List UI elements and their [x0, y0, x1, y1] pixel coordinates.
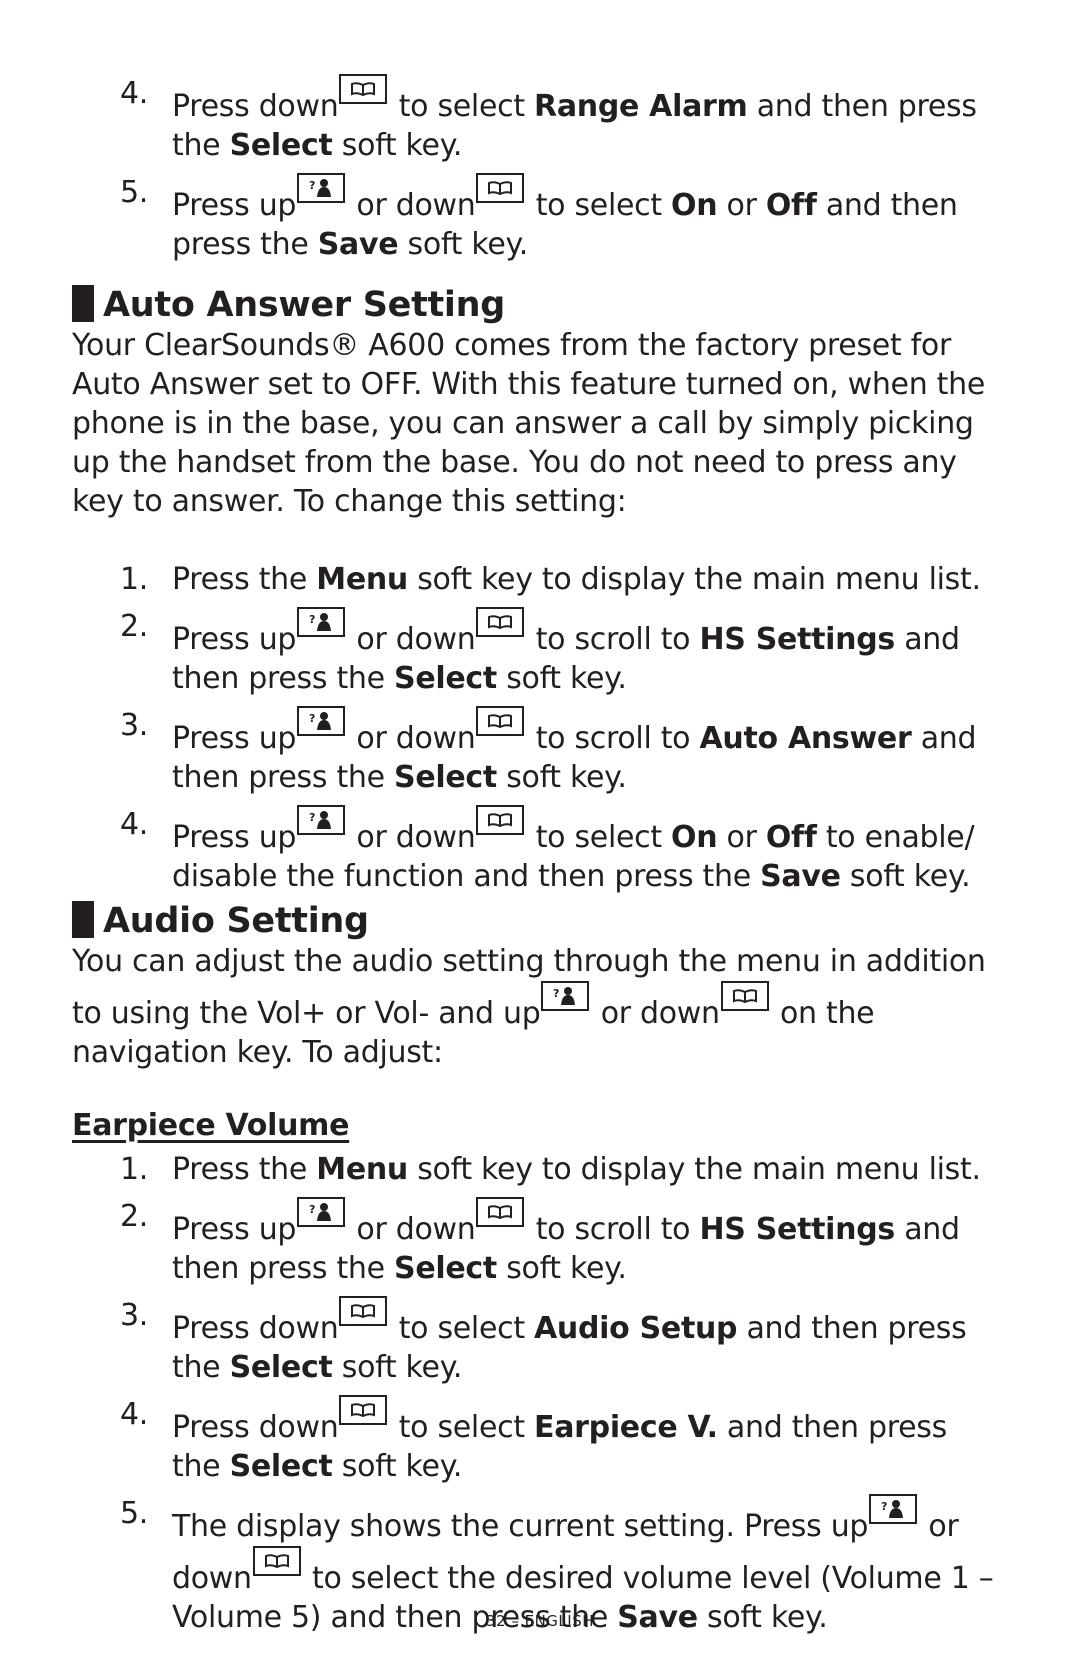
svg-text:?: ? — [309, 613, 315, 626]
svg-text:?: ? — [309, 179, 315, 192]
list-item: 2. Press up? or down to scroll to HS Set… — [120, 607, 960, 696]
list-item: 4. Press up? or down to select On or Off… — [120, 805, 975, 894]
svg-text:?: ? — [309, 811, 315, 824]
earpiece-volume-steps: 1. Press the Menu soft key to display th… — [120, 1150, 1000, 1645]
list-item: 3. Press up? or down to scroll to Auto A… — [120, 706, 977, 795]
subheading-earpiece-volume: Earpiece Volume — [72, 1108, 350, 1143]
page-footer: 32 – ENGLISH — [485, 1612, 595, 1630]
heading-bullet-icon — [72, 285, 94, 322]
down-key-icon — [476, 805, 525, 835]
down-key-icon — [476, 173, 525, 203]
down-key-icon — [252, 1546, 301, 1576]
svg-text:?: ? — [553, 987, 559, 1000]
up-key-icon: ? — [297, 1197, 346, 1227]
up-key-icon: ? — [297, 805, 346, 835]
up-key-icon: ? — [297, 706, 346, 736]
down-key-icon — [476, 706, 525, 736]
up-key-icon: ? — [297, 173, 346, 203]
section-heading-audio: Audio Setting — [72, 900, 369, 942]
list-item: 5. Press up? or down to select On or Off… — [120, 173, 958, 262]
auto-answer-steps: 1. Press the Menu soft key to display th… — [120, 560, 1000, 904]
list-item: 1. Press the Menu soft key to display th… — [120, 1152, 981, 1187]
down-key-icon — [339, 1395, 388, 1425]
up-key-icon: ? — [541, 981, 590, 1011]
list-item: 4. Press down to select Earpiece V. and … — [120, 1395, 947, 1484]
down-key-icon — [339, 74, 388, 104]
list-item: 4. Press down to select Range Alarm and … — [120, 74, 977, 163]
audio-intro: You can adjust the audio setting through… — [72, 944, 986, 1070]
up-key-icon: ? — [869, 1494, 918, 1524]
svg-text:?: ? — [881, 1500, 887, 1513]
auto-answer-intro: Your ClearSounds® A600 comes from the fa… — [72, 328, 985, 519]
list-item: 2. Press up? or down to scroll to HS Set… — [120, 1197, 960, 1286]
svg-text:?: ? — [309, 1203, 315, 1216]
up-key-icon: ? — [297, 607, 346, 637]
section-heading-auto-answer: Auto Answer Setting — [72, 284, 505, 326]
list-item: 3. Press down to select Audio Setup and … — [120, 1296, 967, 1385]
continued-steps: 4. Press down to select Range Alarm and … — [120, 74, 1000, 272]
heading-bullet-icon — [72, 901, 94, 938]
down-key-icon — [476, 1197, 525, 1227]
manual-page: 4. Press down to select Range Alarm and … — [0, 0, 1080, 1669]
list-item: 1. Press the Menu soft key to display th… — [120, 562, 981, 597]
down-key-icon — [339, 1296, 388, 1326]
down-key-icon — [720, 981, 769, 1011]
svg-text:?: ? — [309, 712, 315, 725]
down-key-icon — [476, 607, 525, 637]
